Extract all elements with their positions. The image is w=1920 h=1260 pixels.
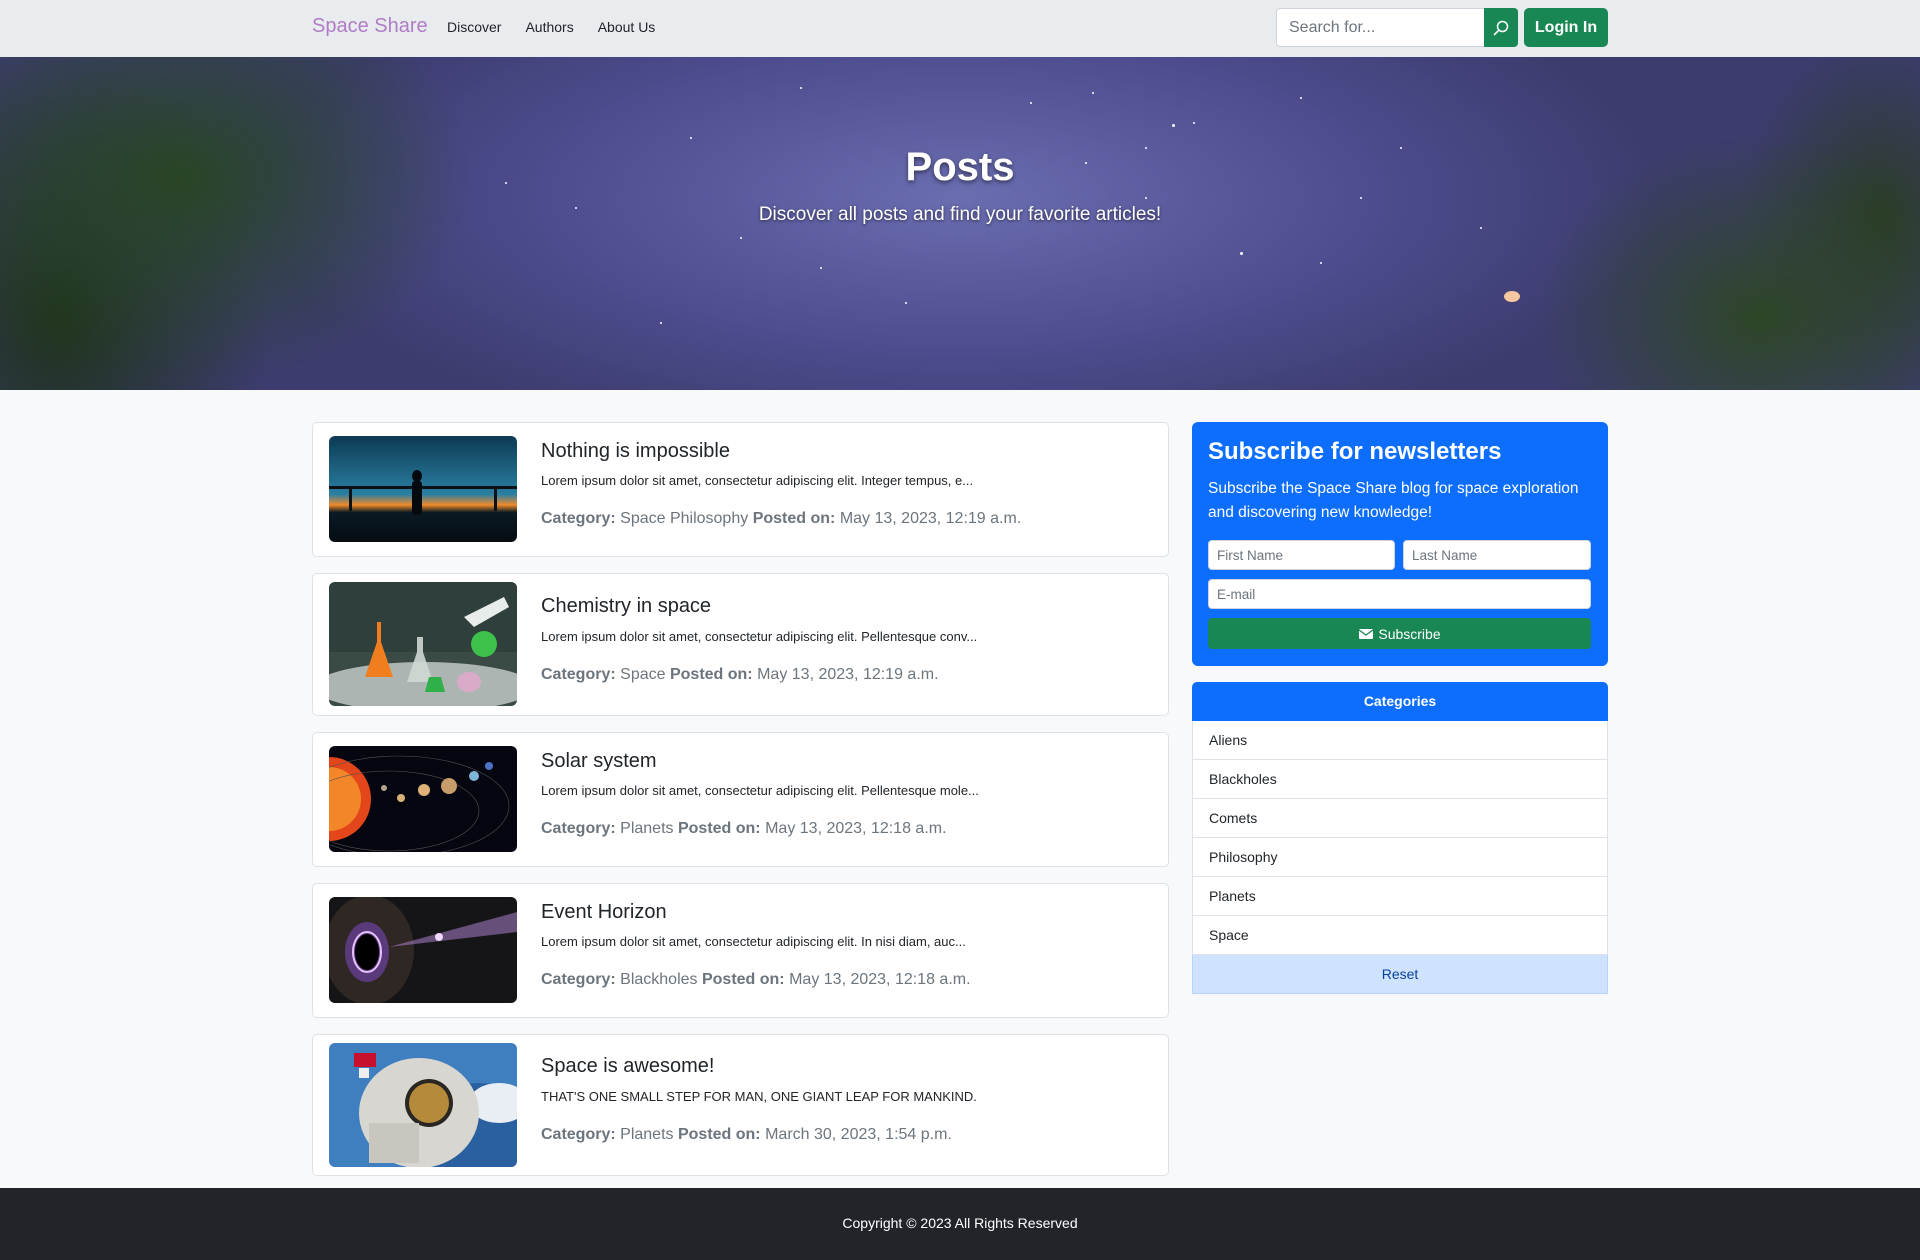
silhouette-sunset-image[interactable] (329, 436, 517, 542)
categories-header: Categories (1192, 682, 1608, 721)
solar-system-image[interactable] (329, 746, 517, 852)
chemistry-flasks-image[interactable] (329, 582, 517, 706)
posted-label: Posted on: (669, 666, 753, 683)
category-label: Category: (541, 1126, 616, 1143)
hero-banner: Posts Discover all posts and find your f… (0, 57, 1920, 390)
post-excerpt: THAT'S ONE SMALL STEP FOR MAN, ONE GIANT… (541, 1089, 977, 1104)
post-date: May 13, 2023, 12:18 a.m. (789, 971, 971, 988)
post-title[interactable]: Chemistry in space (541, 595, 711, 618)
post-title[interactable]: Space is awesome! (541, 1055, 714, 1078)
post-date: May 13, 2023, 12:19 a.m. (757, 666, 939, 683)
post-category: Blackholes (620, 971, 698, 988)
post-date: May 13, 2023, 12:19 a.m. (839, 510, 1022, 527)
posted-label: Posted on: (752, 510, 836, 527)
newsletter-text: Subscribe the Space Share blog for space… (1208, 480, 1579, 521)
category-label: Category: (541, 666, 616, 683)
subscribe-label: Subscribe (1378, 625, 1441, 642)
post-meta: Category: Space Posted on: May 13, 2023,… (541, 666, 939, 684)
category-label: Category: (541, 510, 616, 527)
post-card[interactable]: Chemistry in space Lorem ipsum dolor sit… (312, 573, 1169, 716)
categories-card: Categories Aliens Blackholes Comets Phil… (1192, 682, 1608, 994)
post-date: March 30, 2023, 1:54 p.m. (765, 1126, 952, 1143)
search-input[interactable] (1276, 8, 1484, 47)
post-category: Planets (620, 820, 674, 837)
post-meta: Category: Space Philosophy Posted on: Ma… (541, 510, 1021, 528)
posted-label: Posted on: (701, 971, 785, 988)
post-title[interactable]: Nothing is impossible (541, 440, 730, 463)
subscribe-button[interactable]: Subscribe (1208, 618, 1591, 649)
newsletter-card: Subscribe for newsletters Subscribe the … (1192, 422, 1608, 666)
category-item-space[interactable]: Space (1192, 916, 1608, 955)
email-field[interactable] (1208, 579, 1591, 609)
post-card[interactable]: Nothing is impossible Lorem ipsum dolor … (312, 422, 1169, 557)
category-item-aliens[interactable]: Aliens (1192, 721, 1608, 760)
page-title: Posts (905, 145, 1015, 189)
nav-link-discover[interactable]: Discover (447, 19, 501, 35)
envelope-icon (1358, 628, 1374, 639)
post-excerpt: Lorem ipsum dolor sit amet, consectetur … (541, 629, 978, 644)
post-card[interactable]: Solar system Lorem ipsum dolor sit amet,… (312, 732, 1169, 867)
post-category: Space Philosophy (620, 510, 749, 527)
post-category: Planets (620, 1126, 674, 1143)
post-meta: Category: Planets Posted on: May 13, 202… (541, 820, 947, 838)
category-label: Category: (541, 971, 616, 988)
copyright-text: Copyright © 2023 All Rights Reserved (842, 1215, 1078, 1231)
post-card[interactable]: Space is awesome! THAT'S ONE SMALL STEP … (312, 1034, 1169, 1176)
category-item-planets[interactable]: Planets (1192, 877, 1608, 916)
category-item-blackholes[interactable]: Blackholes (1192, 760, 1608, 799)
search-form (1276, 8, 1518, 47)
search-icon (1493, 20, 1509, 35)
brand-logo[interactable]: Space Share (312, 15, 428, 38)
last-name-field[interactable] (1403, 540, 1591, 570)
post-title[interactable]: Event Horizon (541, 901, 667, 924)
footer: Copyright © 2023 All Rights Reserved (0, 1188, 1920, 1260)
post-excerpt: Lorem ipsum dolor sit amet, consectetur … (541, 783, 979, 798)
page-subtitle: Discover all posts and find your favorit… (758, 204, 1162, 225)
newsletter-title: Subscribe for newsletters (1208, 438, 1502, 465)
astronaut-image[interactable] (329, 1043, 517, 1167)
post-meta: Category: Planets Posted on: March 30, 2… (541, 1126, 952, 1144)
category-item-philosophy[interactable]: Philosophy (1192, 838, 1608, 877)
search-button[interactable] (1484, 8, 1518, 47)
posted-label: Posted on: (677, 820, 761, 837)
nav-link-about-us[interactable]: About Us (598, 19, 656, 35)
post-category: Space (620, 666, 666, 683)
moon-shape (1504, 291, 1520, 302)
post-title[interactable]: Solar system (541, 750, 657, 773)
nav-link-authors[interactable]: Authors (525, 19, 573, 35)
login-button[interactable]: Login In (1524, 8, 1608, 47)
category-item-comets[interactable]: Comets (1192, 799, 1608, 838)
navbar: Space Share Discover Authors About Us Lo… (0, 0, 1920, 57)
post-meta: Category: Blackholes Posted on: May 13, … (541, 971, 971, 989)
category-label: Category: (541, 820, 616, 837)
post-card[interactable]: Event Horizon Lorem ipsum dolor sit amet… (312, 883, 1169, 1018)
post-excerpt: Lorem ipsum dolor sit amet, consectetur … (541, 934, 966, 949)
reset-button[interactable]: Reset (1192, 955, 1608, 994)
post-excerpt: Lorem ipsum dolor sit amet, consectetur … (541, 473, 974, 488)
first-name-field[interactable] (1208, 540, 1395, 570)
post-date: May 13, 2023, 12:18 a.m. (765, 820, 947, 837)
posted-label: Posted on: (677, 1126, 761, 1143)
black-hole-image[interactable] (329, 897, 517, 1003)
nav-links: Discover Authors About Us (447, 19, 679, 35)
